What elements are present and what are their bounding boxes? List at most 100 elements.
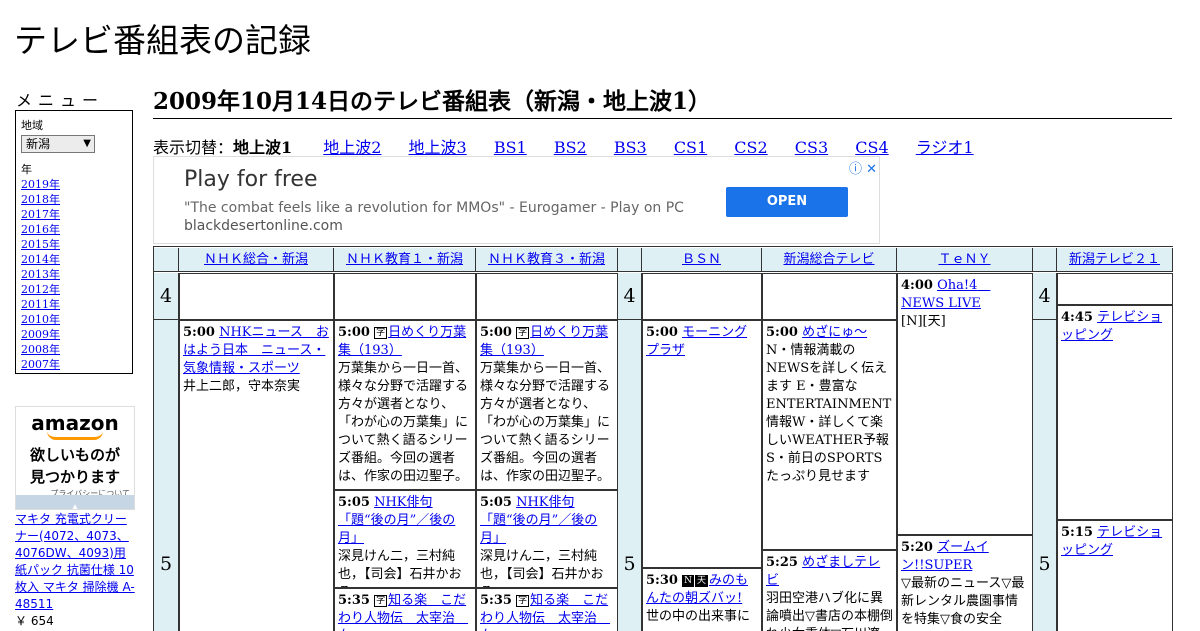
channel-link-etv3[interactable]: ＮＨＫ教育３・新潟 [488, 252, 605, 267]
year-link-2014[interactable]: 2014年 [21, 252, 127, 267]
tv-schedule-grid: ＮＨＫ総合・新潟 ＮＨＫ教育１・新潟 ＮＨＫ教育３・新潟 ＢＳＮ 新潟総合テレビ… [153, 246, 1173, 631]
hour-cell-4: 4 [154, 273, 179, 320]
amazon-ad-bar: ▲ [16, 495, 134, 509]
switch-link-chideji2[interactable]: 地上波2 [323, 138, 381, 157]
program-cell: 5:35 字知る楽 こだわり人物伝 太宰治 女 [476, 588, 618, 631]
product-price: ￥ 654 [15, 614, 54, 628]
year-link-2019[interactable]: 2019年 [21, 177, 127, 192]
ad-description: "The combat feels like a revolution for … [184, 200, 684, 216]
program-time: 5:05 [338, 495, 370, 510]
year-link-2008[interactable]: 2008年 [21, 342, 127, 357]
year-link-2009[interactable]: 2009年 [21, 327, 127, 342]
display-ad[interactable]: Play for free "The combat feels like a r… [153, 156, 880, 244]
program-desc: N・情報満載のNEWSを詳しく伝えます E・豊富なENTERTAINMENT情報… [766, 343, 892, 484]
program-time: 5:30 [646, 573, 678, 588]
switch-link-bs1[interactable]: BS1 [494, 138, 527, 157]
program-time: 5:20 [901, 540, 933, 555]
channel-header-teny[interactable]: ＴｅＮＹ [897, 248, 1033, 272]
program-time: 5:00 [480, 325, 512, 340]
year-link-2017[interactable]: 2017年 [21, 207, 127, 222]
program-time: 5:25 [766, 555, 798, 570]
program-desc: ▽最新のニュース▽最新レンタル農園事情を特集▽食の安全 [901, 576, 1025, 627]
program-time: 5:35 [338, 593, 370, 608]
program-cell: 4:00 Oha!4 NEWS LIVE [N][天] [897, 273, 1033, 535]
program-cell: 5:00 字日めくり万葉集（193） 万葉集から一日一首、様々な分野で活躍する方… [476, 320, 618, 490]
ad-open-button[interactable]: OPEN [726, 187, 848, 217]
hour-label-4c: 4 [1038, 285, 1051, 307]
channel-header-ux[interactable]: 新潟テレビ２１ [1057, 248, 1173, 272]
program-desc: 羽田空港ハブ化に異論噴出▽書店の本棚倒れ少女重体▽石川遼 [766, 591, 893, 631]
switch-link-chideji3[interactable]: 地上波3 [409, 138, 467, 157]
chevron-up-icon[interactable]: ▲ [72, 503, 79, 509]
program-cell: 5:00 めざにゅ～ N・情報満載のNEWSを詳しく伝えます E・豊富なENTE… [762, 320, 897, 550]
channel-header-bsn[interactable]: ＢＳＮ [642, 248, 762, 272]
channel-link-bsn[interactable]: ＢＳＮ [682, 252, 721, 267]
empty-slot [1057, 273, 1173, 305]
switch-link-cs1[interactable]: CS1 [674, 138, 707, 157]
ad-url[interactable]: blackdesertonline.com [184, 218, 343, 234]
header-hour-spacer-2 [618, 248, 642, 272]
channel-link-ux[interactable]: 新潟テレビ２１ [1069, 252, 1160, 267]
program-time: 4:00 [901, 278, 933, 293]
switch-link-bs3[interactable]: BS3 [614, 138, 647, 157]
program-desc: 万葉集から一日一首、様々な分野で活躍する方々が選者となり、「わが心の万葉集」につ… [480, 361, 611, 484]
program-cell: 5:30 N 天みのもんたの朝ズバッ! 世の中の出来事に [642, 568, 762, 631]
channel-link-nhk[interactable]: ＮＨＫ総合・新潟 [204, 252, 308, 267]
channel-link-teny[interactable]: ＴｅＮＹ [938, 252, 990, 267]
channel-header-etv3[interactable]: ＮＨＫ教育３・新潟 [476, 248, 618, 272]
year-link-2007[interactable]: 2007年 [21, 357, 127, 372]
program-cell: 5:25 めざましテレビ 羽田空港ハブ化に異論噴出▽書店の本棚倒れ少女重体▽石川… [762, 550, 897, 631]
year-link-2012[interactable]: 2012年 [21, 282, 127, 297]
program-time: 5:00 [183, 325, 215, 340]
program-desc: 世の中の出来事に [646, 609, 751, 624]
menu-box: 地域 新潟 ▼ 年 2019年 2018年 2017年 2016年 2015年 … [15, 110, 133, 374]
channel-header-nst[interactable]: 新潟総合テレビ [762, 248, 897, 272]
year-link-2013[interactable]: 2013年 [21, 267, 127, 282]
amazon-ad-banner[interactable]: amazon 欲しいものが 見つかります プライバシーについて ▲ [15, 406, 135, 510]
program-cell: 5:15 テレビショッピング [1057, 520, 1173, 631]
empty-slot [642, 273, 762, 320]
program-time: 5:00 [646, 325, 678, 340]
year-link-2010[interactable]: 2010年 [21, 312, 127, 327]
year-link-2018[interactable]: 2018年 [21, 192, 127, 207]
channel-link-nst[interactable]: 新潟総合テレビ [783, 252, 874, 267]
program-cell: 5:00 NHKニュース おはよう日本 ニュース・気象情報・スポーツ 井上二郎，… [179, 320, 334, 631]
empty-slot [762, 273, 897, 320]
program-time: 5:00 [338, 325, 370, 340]
site-title: テレビ番組表の記録 [14, 21, 311, 60]
year-link-2011[interactable]: 2011年 [21, 297, 127, 312]
program-time: 5:15 [1061, 525, 1093, 540]
switch-link-bs2[interactable]: BS2 [554, 138, 587, 157]
program-title-link[interactable]: めざにゅ～ [802, 325, 867, 340]
channel-header-nhk[interactable]: ＮＨＫ総合・新潟 [179, 248, 334, 272]
region-select[interactable]: 新潟 ▼ [21, 135, 95, 153]
program-cell: 5:05 NHK俳句「題“後の月”／後の月」 深見けん二，三村純也，【司会】石井… [476, 490, 618, 588]
year-link-2016[interactable]: 2016年 [21, 222, 127, 237]
region-select-value: 新潟 [26, 137, 51, 151]
program-cell: 5:20 ズームイン!!SUPER ▽最新のニュース▽最新レンタル農園事情を特集… [897, 535, 1033, 631]
channel-link-etv1[interactable]: ＮＨＫ教育１・新潟 [346, 252, 463, 267]
program-time: 4:45 [1061, 310, 1093, 325]
program-time: 5:05 [480, 495, 512, 510]
program-time: 5:00 [766, 325, 798, 340]
weather-icon: 天 [694, 575, 708, 587]
amazon-tagline-1: 欲しいものが [29, 446, 120, 464]
program-time: 5:35 [480, 593, 512, 608]
ad-info-close-icon[interactable]: ⓘ ✕ [849, 158, 877, 177]
switch-link-cs3[interactable]: CS3 [795, 138, 828, 157]
year-link-2015[interactable]: 2015年 [21, 237, 127, 252]
switch-link-cs2[interactable]: CS2 [734, 138, 767, 157]
empty-slot [334, 273, 476, 320]
switch-link-cs4[interactable]: CS4 [855, 138, 888, 157]
year-label: 年 [21, 163, 32, 176]
program-desc: 深見けん二，三村純也，【司会】石井かおる [338, 549, 462, 587]
product-link[interactable]: マキタ 充電式クリーナー(4072、4073、4076DW、4093)用 紙パッ… [15, 512, 135, 611]
channel-header-etv1[interactable]: ＮＨＫ教育１・新潟 [334, 248, 476, 272]
program-cell: 5:00 モーニングプラザ [642, 320, 762, 568]
page-heading: 2009年10月14日のテレビ番組表（新潟・地上波1） [153, 82, 1172, 119]
hour-label-5c: 5 [1038, 553, 1051, 575]
hour-label-4b: 4 [623, 285, 636, 307]
hour-cell-4c: 4 [1033, 273, 1057, 320]
switch-link-radio1[interactable]: ラジオ1 [916, 138, 974, 157]
ad-headline[interactable]: Play for free [184, 167, 318, 192]
